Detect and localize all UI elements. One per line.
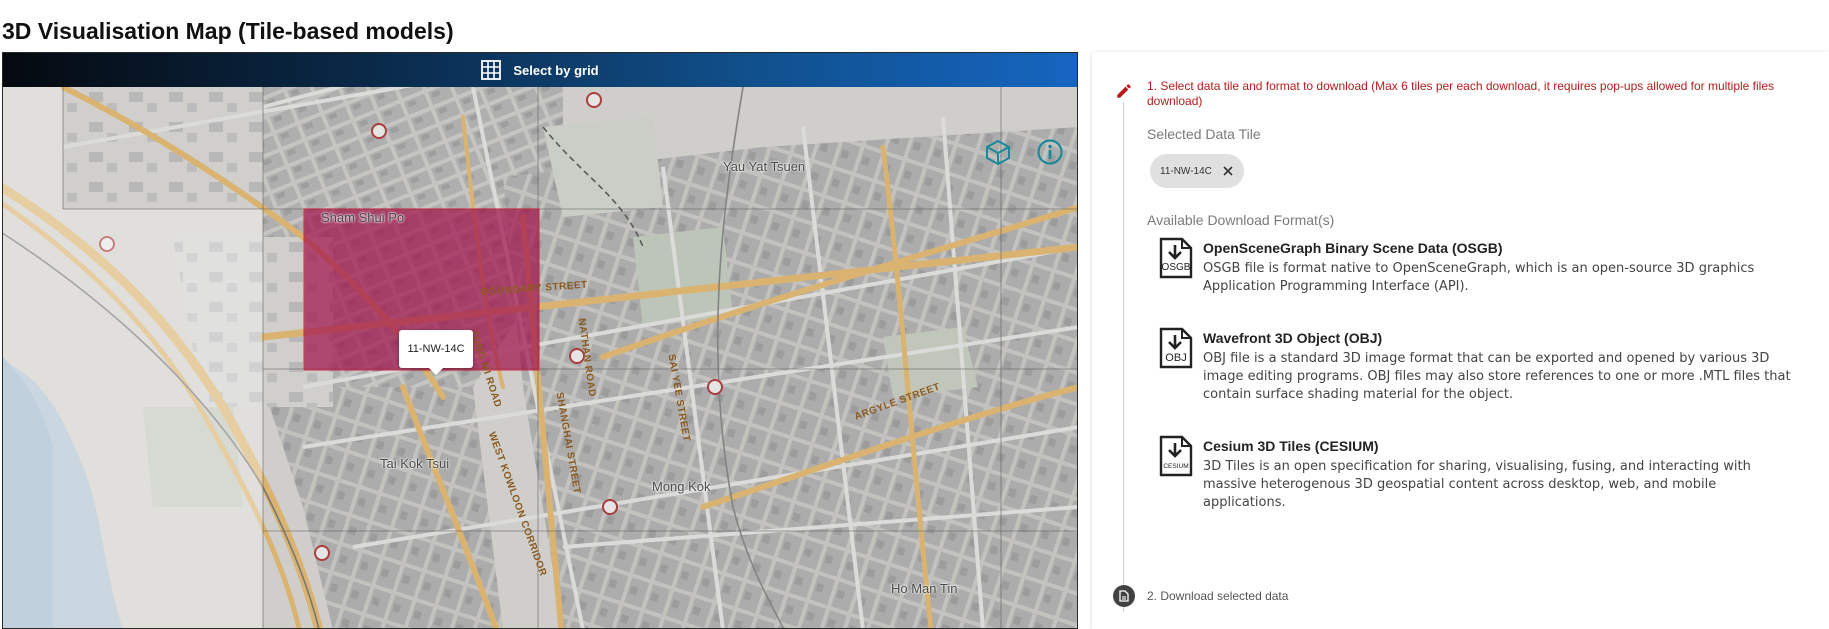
svg-text:OSGB: OSGB [1162,262,1191,273]
file-download-icon: OBJ [1159,327,1193,369]
page-title: 3D Visualisation Map (Tile-based models) [2,18,454,44]
format-description: OBJ file is a standard 3D image format t… [1203,351,1791,402]
format-description: 3D Tiles is an open specification for sh… [1203,459,1751,510]
download-panel: 1. Select data tile and format to downlo… [1092,52,1829,629]
selected-tile-label: Selected Data Tile [1147,126,1261,142]
chip-label: 11-NW-14C [1160,165,1212,177]
place-label: Mong Kok [652,479,711,494]
grid-icon [481,60,502,80]
place-label: Ho Man Tin [891,581,958,596]
map-canvas[interactable]: Sham Shui Po Yau Yat Tsuen Tai Kok Tsui … [3,87,1077,628]
step-2-download-selected-data[interactable]: 2. Download selected data [1147,589,1288,603]
place-label: Yau Yat Tsuen [723,159,806,174]
format-title: OpenSceneGraph Binary Scene Data (OSGB) [1203,240,1503,256]
3d-view-button[interactable] [983,137,1013,167]
pencil-icon [1117,84,1131,98]
step-1-title: 1. Select data tile and format to downlo… [1147,79,1775,108]
selected-tile-tooltip: 11-NW-14C [399,330,473,375]
file-download-icon: OSGB [1159,237,1193,279]
place-label: Tai Kok Tsui [380,456,450,471]
svg-text:CESIUM: CESIUM [1163,463,1188,470]
format-title: Wavefront 3D Object (OBJ) [1203,330,1383,346]
file-download-icon: CESIUM [1159,435,1193,477]
svg-text:OBJ: OBJ [1165,352,1186,364]
remove-tile-button[interactable] [1222,165,1234,177]
cube-icon [986,139,1010,166]
formats-label: Available Download Format(s) [1147,212,1335,228]
format-title: Cesium 3D Tiles (CESIUM) [1203,438,1379,454]
stepper-line [1123,102,1124,612]
info-icon [1037,139,1063,165]
document-icon [1119,590,1129,602]
place-label: Sham Shui Po [321,210,405,225]
select-by-grid-button[interactable]: Select by grid [3,53,1077,87]
select-by-grid-label: Select by grid [513,62,599,78]
close-icon [1223,166,1233,176]
map-panel[interactable]: Select by grid Sham Shui Po Yau Yat Tsue… [2,52,1078,629]
selected-tile-chip[interactable]: 11-NW-14C [1150,154,1244,188]
step-2-icon [1113,585,1135,607]
map-basemap [3,87,1077,628]
format-description: OSGB file is format native to OpenSceneG… [1203,261,1755,294]
map-info-button[interactable] [1035,137,1065,167]
